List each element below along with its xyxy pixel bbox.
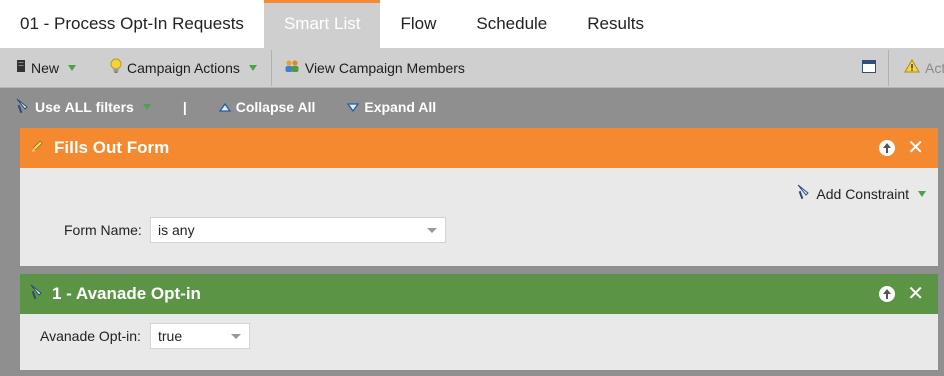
filter-options-bar: Use ALL filters | Collapse All Expand Al… xyxy=(0,89,944,125)
warning-icon xyxy=(904,59,920,76)
funnel-icon xyxy=(30,284,44,305)
campaign-title: 01 - Process Opt-In Requests xyxy=(20,14,244,33)
use-prefix: Use xyxy=(35,99,65,115)
filter-title: Fills Out Form xyxy=(54,138,170,157)
toolbar-divider xyxy=(270,49,272,86)
new-label: New xyxy=(31,59,60,76)
collapse-all-label: Collapse All xyxy=(235,99,316,115)
dropdown-arrow-icon xyxy=(427,228,437,233)
activate-label: Act xyxy=(925,59,944,76)
chevron-down-icon xyxy=(918,190,926,197)
filter-avanade-opt-in: 1 - Avanade Opt-in ✕ Avanade Opt-in: tru… xyxy=(20,274,938,370)
form-name-label: Form Name: xyxy=(64,222,142,238)
filter-fills-out-form: Fills Out Form ✕ Add Constraint Form Nam… xyxy=(20,128,938,266)
new-document-icon xyxy=(16,59,26,76)
expand-all-button[interactable]: Expand All xyxy=(347,99,436,115)
toolbar: New Campaign Actions View Campaign Membe… xyxy=(0,48,944,88)
filter-actions: ✕ xyxy=(879,128,924,168)
people-icon xyxy=(284,59,300,76)
chevron-up-icon xyxy=(218,99,231,115)
tab-bar: 01 - Process Opt-In Requests Smart List … xyxy=(0,0,944,48)
filter-bar-separator: | xyxy=(182,99,187,115)
filter-title: 1 - Avanade Opt-in xyxy=(52,284,201,303)
form-name-value: is any xyxy=(158,222,195,238)
campaign-title-tab[interactable]: 01 - Process Opt-In Requests xyxy=(0,0,264,48)
use-all-filters-label: Use ALL filters xyxy=(35,99,134,115)
window-toggle-button[interactable] xyxy=(856,48,882,88)
tab-smart-list-label: Smart List xyxy=(283,14,361,33)
chevron-down-icon xyxy=(347,99,360,115)
use-all-strong: ALL xyxy=(64,99,92,115)
avanade-opt-in-select[interactable]: true xyxy=(150,323,250,349)
tab-results-label: Results xyxy=(587,14,644,33)
use-all-filters-dropdown[interactable]: Use ALL filters xyxy=(16,98,151,117)
funnel-icon xyxy=(797,184,811,203)
add-constraint-dropdown[interactable]: Add Constraint xyxy=(797,184,926,203)
funnel-icon xyxy=(16,98,30,117)
add-constraint-label: Add Constraint xyxy=(816,185,909,202)
view-campaign-members-button[interactable]: View Campaign Members xyxy=(278,48,471,88)
window-icon xyxy=(862,59,876,76)
tab-schedule-label: Schedule xyxy=(476,14,548,33)
close-icon[interactable]: ✕ xyxy=(907,284,924,304)
tab-flow[interactable]: Flow xyxy=(380,0,456,48)
new-button[interactable]: New xyxy=(10,48,82,88)
form-pencil-icon xyxy=(30,138,46,159)
activate-button[interactable]: Act xyxy=(898,48,944,88)
collapse-all-button[interactable]: Collapse All xyxy=(218,99,316,115)
close-icon[interactable]: ✕ xyxy=(907,138,924,158)
dropdown-arrow-icon xyxy=(231,334,241,339)
use-suffix: filters xyxy=(91,99,134,115)
expand-all-label: Expand All xyxy=(364,99,437,115)
tab-results[interactable]: Results xyxy=(567,0,664,48)
tab-schedule[interactable]: Schedule xyxy=(456,0,567,48)
lightbulb-icon xyxy=(110,58,122,77)
toolbar-divider xyxy=(888,49,889,86)
move-up-icon[interactable] xyxy=(879,286,896,302)
filter-actions: ✕ xyxy=(879,274,924,314)
filter-header: 1 - Avanade Opt-in ✕ xyxy=(20,274,938,314)
campaign-actions-button[interactable]: Campaign Actions xyxy=(104,48,263,88)
chevron-down-icon xyxy=(248,64,257,71)
campaign-actions-label: Campaign Actions xyxy=(127,59,240,76)
view-campaign-members-label: View Campaign Members xyxy=(304,59,465,76)
avanade-opt-in-label: Avanade Opt-in: xyxy=(40,328,141,344)
filter-header: Fills Out Form ✕ xyxy=(20,128,938,168)
avanade-opt-in-value: true xyxy=(158,328,183,344)
tab-smart-list[interactable]: Smart List xyxy=(263,0,381,48)
chevron-down-icon xyxy=(68,64,77,71)
form-name-select[interactable]: is any xyxy=(150,217,446,243)
chevron-down-icon xyxy=(142,104,151,110)
move-up-icon[interactable] xyxy=(879,140,896,156)
tab-flow-label: Flow xyxy=(400,14,437,33)
